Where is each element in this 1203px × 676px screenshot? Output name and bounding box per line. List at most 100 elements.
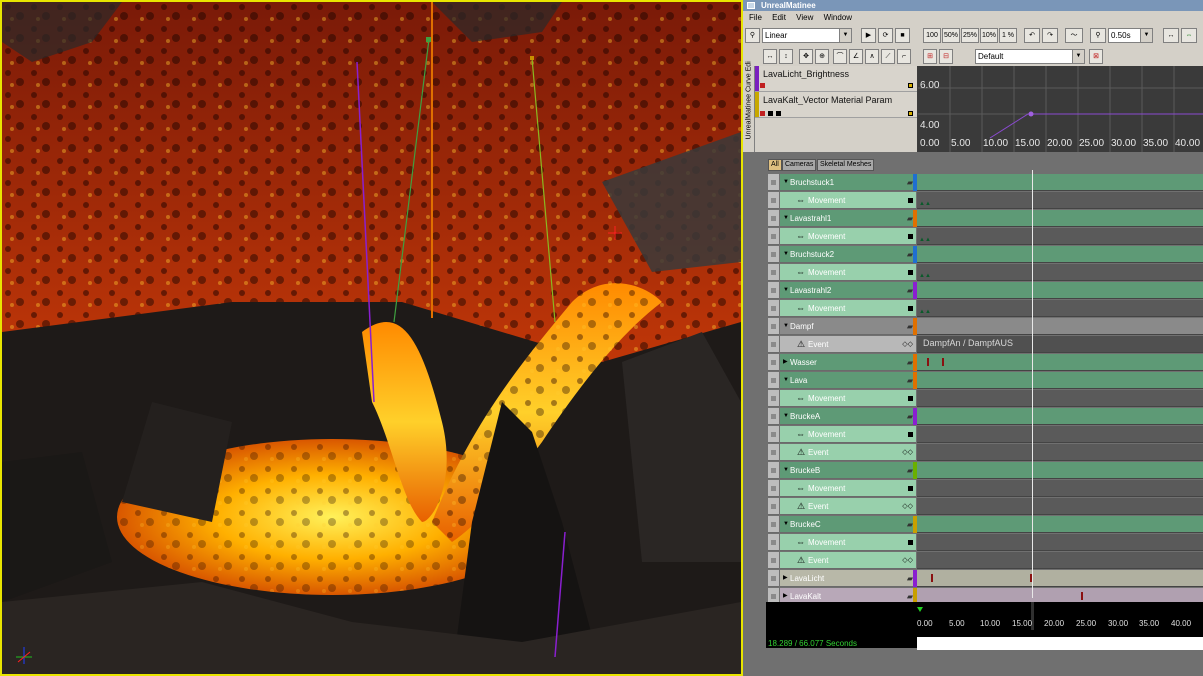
keyframe-marker[interactable]: ▲▲: [919, 273, 931, 279]
track-visibility-toggle[interactable]: [768, 228, 779, 245]
track-timeline[interactable]: [917, 516, 1203, 533]
track-timeline[interactable]: [917, 372, 1203, 389]
track-visibility-toggle[interactable]: [768, 534, 779, 551]
event-direction-icon[interactable]: ◇◇: [902, 552, 913, 569]
track-visibility-toggle[interactable]: [768, 246, 779, 263]
track-timeline[interactable]: ▲▲: [917, 228, 1203, 245]
chevron-right-icon[interactable]: ▶: [783, 570, 788, 587]
track-group[interactable]: ▶ ▰ LavaLicht: [780, 570, 916, 587]
speed-100-button[interactable]: 100: [923, 28, 941, 43]
loop-button[interactable]: ⟳: [878, 28, 893, 43]
curve-channel-swatch[interactable]: [760, 111, 765, 116]
tangent-auto-icon[interactable]: ⌒: [833, 49, 847, 64]
track-group[interactable]: ▼ ▰ Lava: [780, 372, 916, 389]
fit-horizontal-icon[interactable]: ↔: [763, 49, 777, 64]
track-visibility-toggle[interactable]: [768, 300, 779, 317]
track-visibility-toggle[interactable]: [768, 498, 779, 515]
chevron-down-icon[interactable]: ▼: [783, 174, 789, 191]
curve-channel-swatch[interactable]: [768, 111, 773, 116]
curve-item[interactable]: LavaLicht_Brightness: [755, 66, 917, 92]
track-visibility-toggle[interactable]: [768, 570, 779, 587]
track-timeline[interactable]: [917, 318, 1203, 335]
menu-file[interactable]: File: [749, 13, 762, 22]
curve-visibility-toggle[interactable]: [908, 111, 913, 116]
track-timeline[interactable]: [917, 444, 1203, 461]
tab-skeletal-meshes[interactable]: Skeletal Meshes: [817, 159, 875, 171]
track-row[interactable]: ⇔ Movement: [780, 426, 916, 443]
track-timeline[interactable]: [917, 408, 1203, 425]
track-timeline[interactable]: [917, 174, 1203, 191]
track-row[interactable]: ⚠ ◇◇ Event: [780, 552, 916, 569]
chevron-down-icon[interactable]: ▼: [783, 516, 789, 533]
chevron-down-icon[interactable]: ▼: [783, 372, 789, 389]
track-timeline[interactable]: [917, 570, 1203, 587]
tangent-break-icon[interactable]: ∧: [865, 49, 879, 64]
speed-10-button[interactable]: 10%: [980, 28, 998, 43]
keyframe-marker[interactable]: ▲▲: [919, 309, 931, 315]
add-key-icon[interactable]: ⚲: [745, 28, 760, 43]
event-direction-icon[interactable]: ◇◇: [902, 336, 913, 353]
track-group[interactable]: ▼ ▰ Bruchstuck1: [780, 174, 916, 191]
track-timeline[interactable]: [917, 552, 1203, 569]
track-visibility-toggle[interactable]: [768, 480, 779, 497]
track-timeline[interactable]: [917, 534, 1203, 551]
track-timeline[interactable]: ▲▲: [917, 192, 1203, 209]
track-timeline[interactable]: DampfAn / DampfAUS: [917, 336, 1203, 353]
track-group[interactable]: ▼ ▰ BruckeC: [780, 516, 916, 533]
chevron-down-icon[interactable]: ▼: [783, 462, 789, 479]
track-timeline[interactable]: [917, 390, 1203, 407]
track-timeline[interactable]: [917, 282, 1203, 299]
curve-channel-swatch[interactable]: [760, 83, 765, 88]
track-visibility-toggle[interactable]: [768, 174, 779, 191]
curve-channel-swatch[interactable]: [776, 111, 781, 116]
track-visibility-toggle[interactable]: [768, 282, 779, 299]
track-group[interactable]: ▼ ▰ Bruchstuck2: [780, 246, 916, 263]
track-visibility-toggle[interactable]: [768, 372, 779, 389]
keyframe-marker[interactable]: [927, 358, 929, 366]
track-timeline[interactable]: [917, 210, 1203, 227]
track-row[interactable]: ⚠ ◇◇ Event: [780, 444, 916, 461]
redo-icon[interactable]: ↷: [1042, 28, 1058, 43]
tangent-user-icon[interactable]: ∠: [849, 49, 863, 64]
time-cursor[interactable]: [1032, 170, 1033, 598]
track-visibility-toggle[interactable]: [768, 264, 779, 281]
menu-edit[interactable]: Edit: [772, 13, 786, 22]
delete-tab-icon[interactable]: ⊠: [1089, 49, 1103, 64]
event-direction-icon[interactable]: ◇◇: [902, 498, 913, 515]
timeline-scrollbar[interactable]: [917, 637, 1203, 650]
track-visibility-toggle[interactable]: [768, 408, 779, 425]
track-group[interactable]: ▼ ▰ BruckeB: [780, 462, 916, 479]
keyframe-marker[interactable]: [1081, 592, 1083, 600]
speed-50-button[interactable]: 50%: [942, 28, 960, 43]
track-row[interactable]: ⇔ Movement: [780, 390, 916, 407]
tab-all[interactable]: All: [768, 159, 782, 171]
curve-editor-toggle-icon[interactable]: 〜: [1065, 28, 1083, 43]
menu-view[interactable]: View: [796, 13, 813, 22]
track-visibility-toggle[interactable]: [768, 426, 779, 443]
chevron-down-icon[interactable]: ▼: [783, 210, 789, 227]
track-timeline[interactable]: [917, 462, 1203, 479]
track-visibility-toggle[interactable]: [768, 210, 779, 227]
track-group[interactable]: ▶ ▰ Wasser: [780, 354, 916, 371]
track-row[interactable]: ⇔ Movement: [780, 228, 916, 245]
tab-cameras[interactable]: Cameras: [782, 159, 817, 171]
track-row[interactable]: ⚠ ◇◇ Event: [780, 498, 916, 515]
snap-icon[interactable]: ⚲: [1090, 28, 1106, 43]
undo-icon[interactable]: ↶: [1024, 28, 1040, 43]
track-visibility-toggle[interactable]: [768, 552, 779, 569]
track-row[interactable]: ⇔ Movement: [780, 480, 916, 497]
track-timeline[interactable]: [917, 426, 1203, 443]
track-row[interactable]: ⇔ Movement: [780, 300, 916, 317]
track-visibility-toggle[interactable]: [768, 516, 779, 533]
curve-editor-tab[interactable]: UnrealMatinee Curve Edi: [743, 61, 755, 152]
track-group[interactable]: ▼ ▰ BruckeA: [780, 408, 916, 425]
chevron-right-icon[interactable]: ▶: [783, 354, 788, 371]
level-viewport[interactable]: [0, 0, 743, 676]
chevron-down-icon[interactable]: ▼: [783, 282, 789, 299]
window-titlebar[interactable]: UnrealMatinee: [743, 0, 1203, 11]
fit-vertical-icon[interactable]: ↕: [779, 49, 793, 64]
track-row[interactable]: ⇔ Movement: [780, 192, 916, 209]
pan-mode-icon[interactable]: ✥: [799, 49, 813, 64]
track-timeline[interactable]: [917, 480, 1203, 497]
snap-size-select[interactable]: 0.50s ▼: [1108, 28, 1153, 43]
